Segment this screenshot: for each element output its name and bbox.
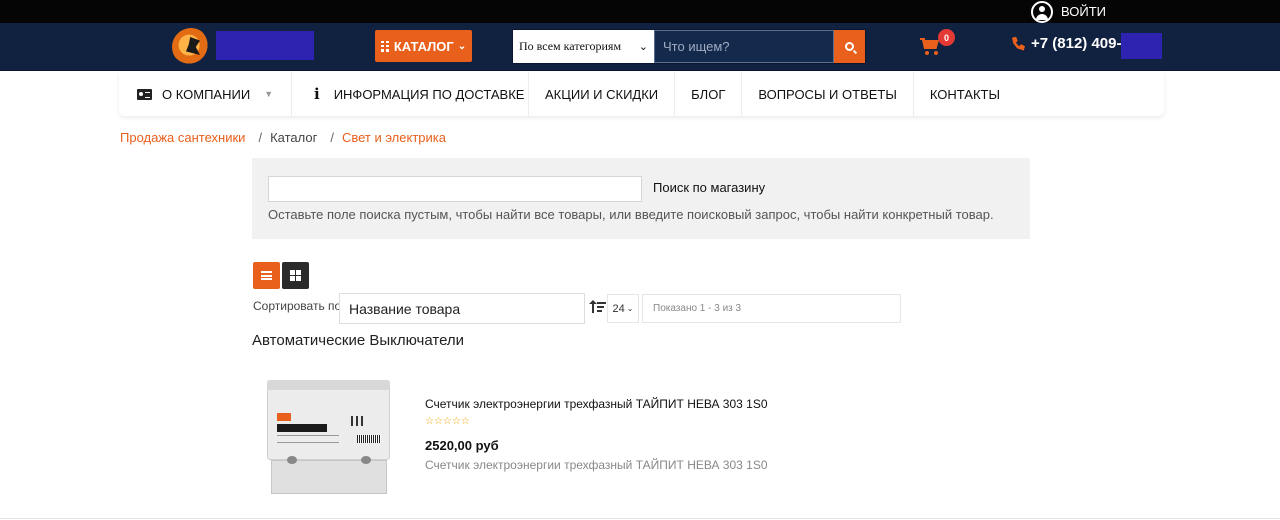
nav-item-about[interactable]: О КОМПАНИИ ▼ [119, 72, 292, 116]
store-search-panel: Поиск по магазину Оставьте поле поиска п… [252, 158, 1030, 239]
product-description: Счетчик электроэнергии трехфазный ТАЙПИТ… [425, 458, 768, 472]
nav-label: БЛОГ [691, 86, 726, 102]
cart-icon [920, 38, 925, 40]
divider [0, 518, 1280, 519]
nav-item-blog[interactable]: БЛОГ [675, 72, 743, 116]
nav-item-delivery[interactable]: i ИНФОРМАЦИЯ ПО ДОСТАВКЕ [292, 72, 529, 116]
breadcrumb-separator: / [258, 130, 263, 145]
main-nav: О КОМПАНИИ ▼ i ИНФОРМАЦИЯ ПО ДОСТАВКЕ АК… [119, 72, 1164, 116]
chevron-down-icon: ⌄ [638, 41, 648, 53]
grid-icon [290, 270, 301, 281]
login-label: ВОЙТИ [1061, 4, 1106, 19]
top-bar: ВОЙТИ [0, 0, 1280, 23]
nav-item-contacts[interactable]: КОНТАКТЫ [914, 72, 1016, 116]
product-image[interactable] [265, 378, 392, 496]
catalog-grid-icon [380, 40, 390, 52]
redacted-phone-digits [1121, 33, 1162, 59]
store-search-button[interactable]: Поиск по магазину [653, 180, 765, 195]
nav-item-faq[interactable]: ВОПРОСЫ И ОТВЕТЫ [742, 72, 914, 116]
grid-view-button[interactable] [282, 262, 309, 289]
user-circle-icon [1031, 0, 1053, 23]
page-limit-select[interactable]: 24 ⌄ [607, 294, 639, 323]
product-title[interactable]: Счетчик электроэнергии трехфазный ТАЙПИТ… [425, 397, 768, 411]
list-icon [261, 271, 272, 280]
nav-label: АКЦИИ И СКИДКИ [545, 86, 659, 102]
sort-select-value: Название товара [349, 300, 461, 317]
product-price: 2520,00 руб [425, 438, 499, 453]
info-icon: i [314, 85, 320, 103]
store-search-hint: Оставьте поле поиска пустым, чтобы найти… [268, 207, 994, 222]
site-header: КАТАЛОГ ⌄ По всем категориям ⌄ Что ищем?… [0, 23, 1280, 71]
sort-select[interactable]: Название товара [339, 293, 585, 324]
caret-down-icon: ▼ [264, 89, 274, 99]
breadcrumb: Продажа сантехники / Каталог / Свет и эл… [120, 130, 446, 145]
store-search-input[interactable] [268, 176, 642, 202]
cart-count-badge: 0 [938, 29, 955, 46]
chevron-down-icon: ⌄ [626, 304, 634, 313]
results-count: Показано 1 - 3 из 3 [642, 294, 901, 323]
phone-link[interactable]: +7 (812) 409- [1012, 35, 1121, 52]
category-select[interactable]: По всем категориям ⌄ [513, 30, 654, 63]
phone-icon [1012, 36, 1025, 51]
list-view-button[interactable] [253, 262, 280, 289]
search-placeholder: Что ищем? [663, 39, 730, 54]
nav-label: О КОМПАНИИ [162, 86, 251, 102]
breadcrumb-home[interactable]: Продажа сантехники [120, 130, 245, 145]
breadcrumb-current[interactable]: Свет и электрика [342, 130, 446, 145]
redacted-brand-name [216, 31, 314, 60]
chevron-down-icon: ⌄ [457, 40, 467, 52]
header-search: По всем категориям ⌄ Что ищем? [512, 29, 866, 64]
nav-label: ИНФОРМАЦИЯ ПО ДОСТАВКЕ [333, 86, 525, 102]
rating-stars: ☆☆☆☆☆ [425, 416, 470, 427]
phone-number: +7 (812) 409- [1031, 35, 1122, 52]
catalog-button[interactable]: КАТАЛОГ ⌄ [375, 30, 472, 62]
category-select-value: По всем категориям [519, 39, 622, 53]
login-button[interactable]: ВОЙТИ [1031, 0, 1106, 23]
nav-label: КОНТАКТЫ [929, 86, 1000, 102]
product-rating: ☆☆☆☆☆ [425, 417, 470, 427]
catalog-label: КАТАЛОГ [393, 38, 454, 54]
id-card-icon [137, 88, 152, 100]
search-button[interactable] [834, 30, 865, 63]
search-input[interactable]: Что ищем? [654, 30, 834, 63]
sort-label: Сортировать по [253, 299, 342, 313]
breadcrumb-catalog[interactable]: Каталог [270, 130, 317, 145]
nav-item-sales[interactable]: АКЦИИ И СКИДКИ [529, 72, 676, 116]
sort-direction-icon[interactable] [589, 300, 607, 314]
section-title: Автоматические Выключатели [252, 332, 465, 349]
search-icon [845, 42, 854, 51]
breadcrumb-separator: / [330, 130, 334, 145]
nav-label: ВОПРОСЫ И ОТВЕТЫ [758, 86, 897, 102]
page-limit-value: 24 [612, 302, 625, 315]
